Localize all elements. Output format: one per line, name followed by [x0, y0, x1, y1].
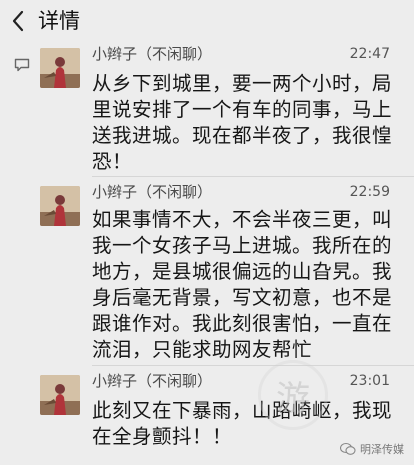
message-text: 如果事情不大，不会半夜三更，叫我一个女孩子马上进城。我所在的地方，是县城很偏远的… — [92, 208, 393, 361]
header-bar: 详情 — [0, 0, 414, 42]
sender-name: 小辫子（不闲聊） — [92, 372, 213, 390]
avatar-image — [40, 375, 80, 415]
chevron-left-icon — [12, 10, 24, 32]
avatar — [40, 186, 80, 226]
message-text: 从乡下到城里，要一两个小时，局里说安排了一个有车的同事，马上送我进城。现在都半夜… — [92, 72, 393, 173]
brand-watermark: 明泽传媒 — [340, 441, 404, 457]
sender-name: 小辫子（不闲聊） — [92, 45, 213, 63]
avatar — [40, 48, 80, 88]
message-time: 23:01 — [349, 373, 390, 389]
divider — [92, 176, 414, 177]
divider — [92, 365, 414, 366]
watermark-logo: 游 — [258, 360, 328, 430]
avatar-image — [40, 186, 80, 226]
wechat-icon — [340, 442, 356, 455]
watermark-glyph: 游 — [276, 378, 310, 419]
detail-page: 详情 小辫子（不闲聊） 22:47 从乡下到城里，要一两个小时，局里说安排了一个… — [0, 0, 414, 465]
avatar — [40, 375, 80, 415]
brand-name: 明泽传媒 — [360, 443, 404, 456]
back-button[interactable] — [4, 6, 32, 36]
message-time: 22:59 — [349, 184, 390, 200]
sender-name: 小辫子（不闲聊） — [92, 183, 213, 201]
avatar-image — [40, 48, 80, 88]
message-time: 22:47 — [349, 46, 390, 62]
comment-icon — [14, 58, 30, 72]
page-title: 详情 — [38, 9, 80, 33]
